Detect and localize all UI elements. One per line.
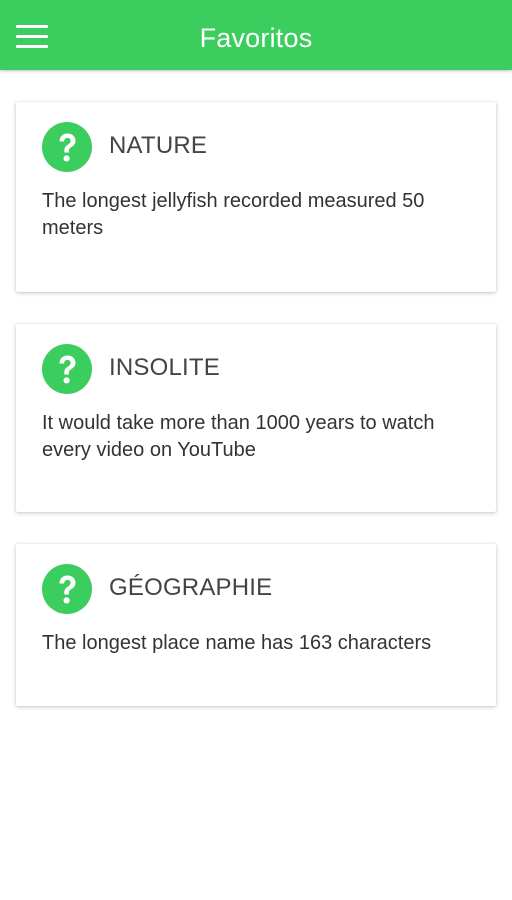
question-mark-icon — [42, 344, 92, 394]
top-app-bar: Favoritos — [0, 0, 512, 70]
fact-card[interactable]: NATURE The longest jellyfish recorded me… — [16, 102, 496, 292]
fact-card[interactable]: GÉOGRAPHIE The longest place name has 16… — [16, 544, 496, 706]
card-fact-text: The longest place name has 163 character… — [42, 632, 432, 654]
card-fact-text: The longest jellyfish recorded measured … — [42, 190, 425, 239]
fact-card[interactable]: INSOLITE It would take more than 1000 ye… — [16, 324, 496, 512]
question-mark-icon — [42, 564, 92, 614]
page-title: Favoritos — [199, 23, 313, 53]
card-fact-text: It would take more than 1000 years to wa… — [42, 412, 435, 461]
card-category: GÉOGRAPHIE — [109, 574, 273, 601]
question-mark-icon — [42, 122, 92, 172]
card-category: INSOLITE — [109, 354, 220, 381]
favorites-list: NATURE The longest jellyfish recorded me… — [16, 102, 496, 738]
card-category: NATURE — [109, 132, 208, 159]
app-screen: Favoritos NATURE The longest jellyfish r… — [0, 0, 512, 900]
